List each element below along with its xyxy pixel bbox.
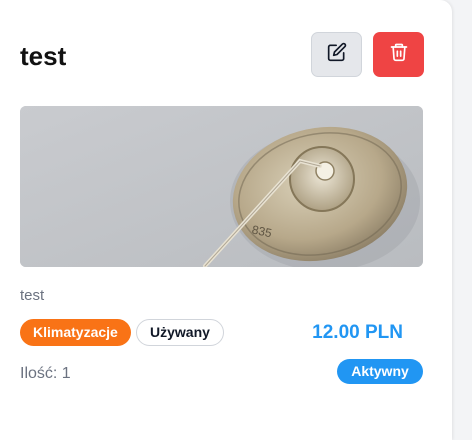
edit-icon — [327, 42, 347, 67]
product-card: test 835 test Klimatyzacje Używany 12.00… — [0, 0, 452, 440]
product-description: test — [20, 287, 45, 304]
product-title: test — [20, 41, 67, 71]
trash-icon — [389, 42, 409, 67]
category-tag: Klimatyzacje — [20, 319, 131, 346]
status-badge: Aktywny — [337, 359, 423, 384]
product-price: 12.00 PLN — [312, 322, 403, 343]
edit-button[interactable] — [311, 32, 362, 77]
quantity: Ilość: 1 — [20, 364, 71, 384]
delete-button[interactable] — [373, 32, 424, 77]
condition-tag: Używany — [136, 319, 224, 346]
product-image[interactable]: 835 — [20, 106, 423, 267]
quantity-label: Ilość: — [20, 365, 62, 382]
quantity-value: 1 — [61, 365, 71, 382]
